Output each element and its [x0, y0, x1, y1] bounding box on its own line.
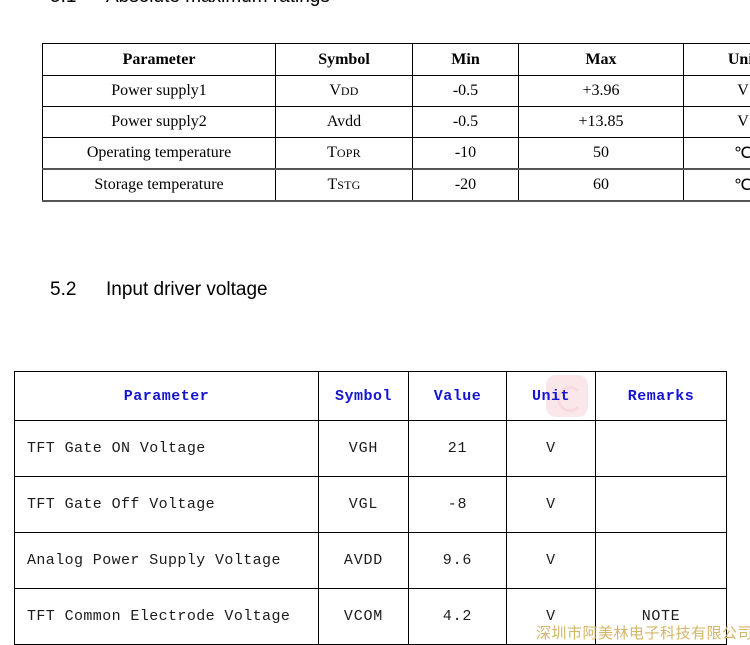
- symbol-subscript: DD: [341, 84, 359, 98]
- symbol-main: Avdd: [327, 113, 361, 130]
- cell-symbol: TSTG: [276, 169, 413, 201]
- table-header-row: Parameter Symbol Min Max Unit: [43, 44, 750, 76]
- cell-value: 4.2: [409, 589, 507, 645]
- column-header-symbol: Symbol: [276, 44, 413, 76]
- cell-symbol: VDD: [276, 76, 413, 107]
- symbol-main: T: [327, 176, 337, 193]
- column-header-unit: Unit: [507, 372, 596, 421]
- cell-value: 9.6: [409, 533, 507, 589]
- cell-parameter: Power supply2: [43, 107, 276, 138]
- cell-parameter: Operating temperature: [43, 138, 276, 170]
- symbol-subscript: OPR: [337, 146, 361, 160]
- cell-remarks: NOTE: [596, 589, 727, 645]
- section-number: 5.2: [50, 279, 106, 301]
- cell-parameter: TFT Gate Off Voltage: [15, 477, 319, 533]
- column-header-value: Value: [409, 372, 507, 421]
- table-header-row: Parameter Symbol Value Unit Remarks: [15, 372, 727, 421]
- cell-min: -10: [413, 138, 519, 170]
- column-header-parameter: Parameter: [43, 44, 276, 76]
- cell-symbol: TOPR: [276, 138, 413, 170]
- cell-remarks: [596, 533, 727, 589]
- cell-unit: V: [507, 477, 596, 533]
- symbol-main: T: [327, 144, 337, 161]
- cell-unit: V: [507, 533, 596, 589]
- table-row: TFT Gate Off Voltage VGL -8 V: [15, 477, 727, 533]
- symbol-subscript: STG: [337, 178, 360, 192]
- column-header-unit: Unit: [684, 44, 750, 76]
- cell-max: +13.85: [519, 107, 684, 138]
- table-row: TFT Gate ON Voltage VGH 21 V: [15, 421, 727, 477]
- cell-max: 60: [519, 169, 684, 201]
- cell-remarks: [596, 477, 727, 533]
- cell-unit: V: [507, 589, 596, 645]
- cell-unit: ℃: [684, 138, 750, 170]
- table-row: Operating temperature TOPR -10 50 ℃: [43, 138, 750, 170]
- cell-symbol: AVDD: [319, 533, 409, 589]
- section-heading-absolute-maximum-ratings: 5.1Absolute maximum ratings: [50, 0, 330, 8]
- cell-min: -0.5: [413, 76, 519, 107]
- cell-parameter: TFT Gate ON Voltage: [15, 421, 319, 477]
- table-row: Analog Power Supply Voltage AVDD 9.6 V: [15, 533, 727, 589]
- cell-symbol: VGL: [319, 477, 409, 533]
- table-row: Power supply1 VDD -0.5 +3.96 V: [43, 76, 750, 107]
- table-row: Storage temperature TSTG -20 60 ℃: [43, 169, 750, 201]
- cell-unit: ℃: [684, 169, 750, 201]
- column-header-symbol: Symbol: [319, 372, 409, 421]
- absolute-maximum-ratings-table: Parameter Symbol Min Max Unit Power supp…: [42, 43, 750, 202]
- section-title: Input driver voltage: [106, 279, 268, 300]
- cell-value: 21: [409, 421, 507, 477]
- column-header-max: Max: [519, 44, 684, 76]
- cell-unit: V: [684, 107, 750, 138]
- cell-parameter: TFT Common Electrode Voltage: [15, 589, 319, 645]
- section-number: 5.1: [50, 0, 106, 8]
- column-header-remarks: Remarks: [596, 372, 727, 421]
- section-title: Absolute maximum ratings: [106, 0, 330, 7]
- cell-value: -8: [409, 477, 507, 533]
- cell-min: -20: [413, 169, 519, 201]
- input-driver-voltage-table: Parameter Symbol Value Unit Remarks TFT …: [14, 371, 727, 645]
- cell-max: 50: [519, 138, 684, 170]
- table-row: TFT Common Electrode Voltage VCOM 4.2 V …: [15, 589, 727, 645]
- cell-max: +3.96: [519, 76, 684, 107]
- cell-parameter: Analog Power Supply Voltage: [15, 533, 319, 589]
- cell-parameter: Storage temperature: [43, 169, 276, 201]
- cell-remarks: [596, 421, 727, 477]
- cell-symbol: VCOM: [319, 589, 409, 645]
- column-header-parameter: Parameter: [15, 372, 319, 421]
- section-heading-input-driver-voltage: 5.2Input driver voltage: [50, 279, 268, 301]
- cell-min: -0.5: [413, 107, 519, 138]
- table-row: Power supply2 Avdd -0.5 +13.85 V: [43, 107, 750, 138]
- cell-parameter: Power supply1: [43, 76, 276, 107]
- cell-unit: V: [507, 421, 596, 477]
- column-header-min: Min: [413, 44, 519, 76]
- cell-unit: V: [684, 76, 750, 107]
- symbol-main: V: [329, 82, 341, 99]
- cell-symbol: VGH: [319, 421, 409, 477]
- cell-symbol: Avdd: [276, 107, 413, 138]
